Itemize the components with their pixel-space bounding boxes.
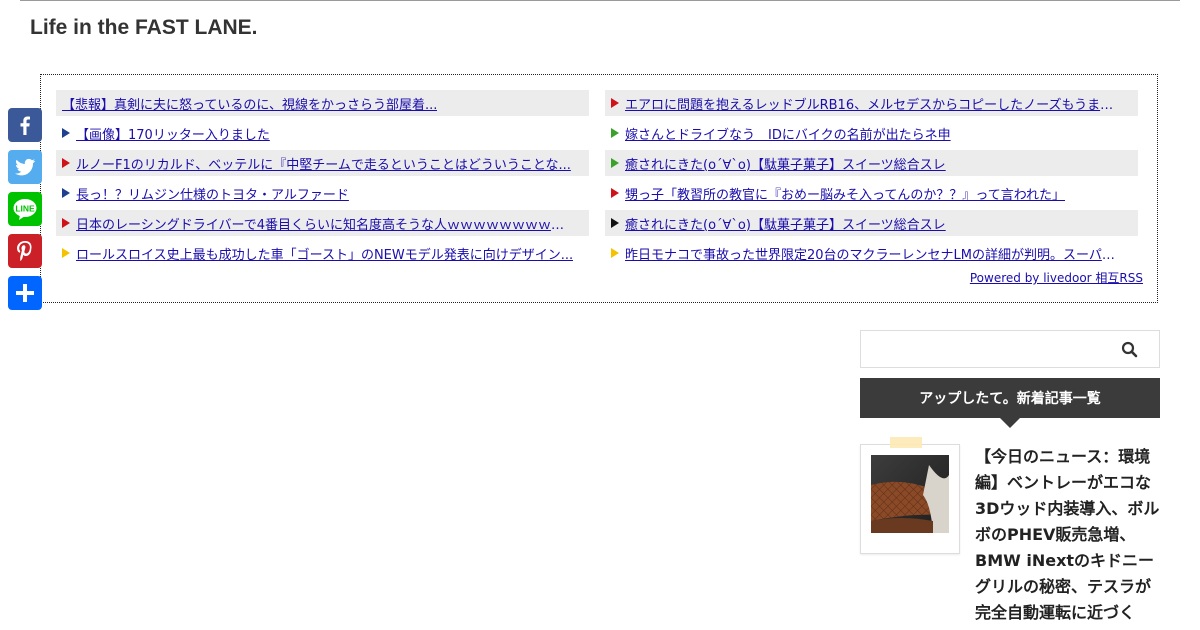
share-button-twitter[interactable]	[8, 150, 42, 184]
rss-link[interactable]: 長っ！？リムジン仕様のトヨタ・アルファード	[76, 184, 349, 203]
triangle-bullet-icon	[611, 188, 619, 198]
share-button-share[interactable]	[8, 276, 42, 310]
triangle-bullet-icon	[611, 248, 619, 258]
rss-column-right: エアロに問題を抱えるレッドブルRB16、メルセデスからコピーしたノーズもうまく.…	[605, 90, 1138, 270]
rss-column-left: 【悲報】真剣に夫に怒っているのに、視線をかっさらう部屋着... 【画像】170リッ…	[56, 90, 589, 270]
share-button-line[interactable]: LINE	[8, 192, 42, 226]
rss-link[interactable]: 癒されにきた(o´∀`o)【駄菓子菓子】スイーツ総合スレ	[625, 154, 946, 173]
triangle-bullet-icon	[62, 218, 70, 228]
rss-list-item: ルノーF1のリカルド、ベッテルに『中堅チームで走るということはどういうことな..…	[56, 150, 589, 176]
mutual-rss-box: 【悲報】真剣に夫に怒っているのに、視線をかっさらう部屋着... 【画像】170リッ…	[40, 74, 1158, 303]
rss-link[interactable]: 日本のレーシングドライバーで4番目くらいに知名度高そうな人ｗｗｗｗｗｗｗｗｗｗ	[76, 214, 576, 233]
widget-heading-arrow	[1000, 418, 1020, 428]
rss-link[interactable]: ロールスロイス史上最も成功した車「ゴースト」のNEWモデル発表に向けデザイン..…	[76, 244, 573, 263]
rss-list-item: 【悲報】真剣に夫に怒っているのに、視線をかっさらう部屋着...	[56, 90, 589, 116]
rss-list-item: 甥っ子「教習所の教官に『おめー脳みそ入ってんのか？？』って言われた」	[605, 180, 1138, 206]
rss-list-item: 【画像】170リッター入りました	[56, 120, 589, 146]
search-input[interactable]	[861, 331, 1127, 367]
pinterest-icon	[13, 239, 37, 263]
rss-link[interactable]: 昨日モナコで事故った世界限定20台のマクラーレンセナLMの詳細が判明。スーパー.…	[625, 244, 1125, 263]
triangle-bullet-icon	[62, 158, 70, 168]
rss-list-item: 昨日モナコで事故った世界限定20台のマクラーレンセナLMの詳細が判明。スーパー.…	[605, 240, 1138, 266]
social-share-bar: LINE	[8, 108, 42, 318]
rss-list-item: 癒されにきた(o´∀`o)【駄菓子菓子】スイーツ総合スレ	[605, 210, 1138, 236]
top-divider	[20, 0, 1180, 1]
twitter-icon	[13, 155, 37, 179]
rss-list-item: 癒されにきた(o´∀`o)【駄菓子菓子】スイーツ総合スレ	[605, 150, 1138, 176]
triangle-bullet-icon	[62, 128, 70, 138]
plus-share-icon	[14, 282, 36, 304]
widget-heading-text: アップしたて。新着記事一覧	[919, 391, 1101, 407]
triangle-bullet-icon	[611, 158, 619, 168]
rss-link[interactable]: 【画像】170リッター入りました	[76, 124, 270, 143]
rss-link[interactable]: 甥っ子「教習所の教官に『おめー脳みそ入ってんのか？？』って言われた」	[625, 184, 1065, 203]
share-button-facebook[interactable]	[8, 108, 42, 142]
rss-link[interactable]: ルノーF1のリカルド、ベッテルに『中堅チームで走るということはどういうことな..…	[76, 154, 571, 173]
rss-list-item: 嫁さんとドライブなう IDにバイクの名前が出たらネ申	[605, 120, 1138, 146]
rss-link[interactable]: 【悲報】真剣に夫に怒っているのに、視線をかっさらう部屋着...	[62, 94, 437, 113]
search-button[interactable]	[1121, 341, 1139, 359]
line-icon: LINE	[12, 197, 38, 221]
rss-link[interactable]: 嫁さんとドライブなう IDにバイクの名前が出たらネ申	[625, 124, 951, 143]
triangle-bullet-icon	[62, 188, 70, 198]
share-button-pinterest[interactable]	[8, 234, 42, 268]
site-title[interactable]: Life in the FAST LANE.	[30, 14, 258, 42]
rss-link[interactable]: エアロに問題を抱えるレッドブルRB16、メルセデスからコピーしたノーズもうまく.…	[625, 94, 1125, 113]
new-post-title-link[interactable]: 【今日のニュース：環境編】ベントレーがエコな3Dウッド内装導入、ボルボのPHEV…	[975, 444, 1160, 626]
rss-list-item: 長っ！？リムジン仕様のトヨタ・アルファード	[56, 180, 589, 206]
post-thumbnail-image[interactable]	[871, 455, 949, 533]
new-posts-widget-heading: アップしたて。新着記事一覧	[860, 378, 1160, 418]
triangle-bullet-icon	[611, 128, 619, 138]
triangle-bullet-icon	[62, 248, 70, 258]
search-form	[860, 330, 1160, 368]
rss-list-item: ロールスロイス史上最も成功した車「ゴースト」のNEWモデル発表に向けデザイン..…	[56, 240, 589, 266]
triangle-bullet-icon	[611, 98, 619, 108]
rss-list-item: 日本のレーシングドライバーで4番目くらいに知名度高そうな人ｗｗｗｗｗｗｗｗｗｗ	[56, 210, 589, 236]
search-icon	[1121, 341, 1138, 358]
svg-text:LINE: LINE	[15, 204, 35, 214]
thumbnail-tape	[890, 437, 922, 448]
triangle-bullet-icon	[611, 218, 619, 228]
powered-by-link[interactable]: Powered by livedoor 相互RSS	[970, 269, 1143, 286]
facebook-icon	[14, 114, 36, 136]
rss-link[interactable]: 癒されにきた(o´∀`o)【駄菓子菓子】スイーツ総合スレ	[625, 214, 946, 233]
rss-list-item: エアロに問題を抱えるレッドブルRB16、メルセデスからコピーしたノーズもうまく.…	[605, 90, 1138, 116]
